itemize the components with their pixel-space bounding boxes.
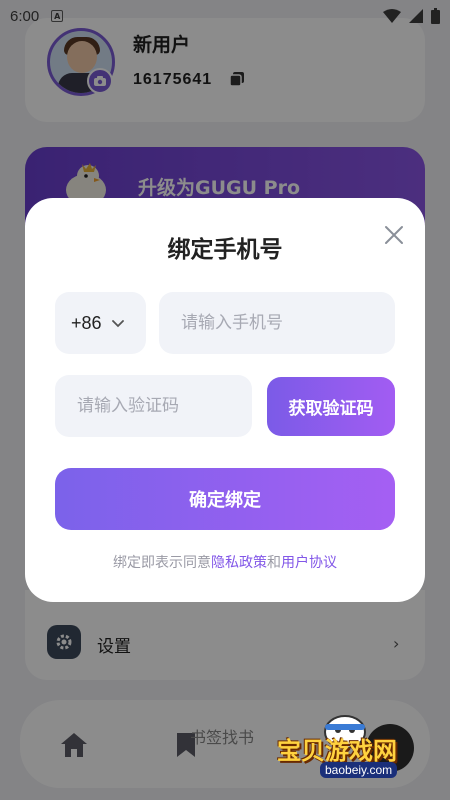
agreement-prefix: 绑定即表示同意 xyxy=(113,555,211,571)
status-bar: 6:00 A xyxy=(0,0,450,32)
get-code-button[interactable]: 获取验证码 xyxy=(267,377,395,436)
country-code-select[interactable]: +86 xyxy=(55,292,146,354)
agreement-and: 和 xyxy=(267,555,281,571)
terms-link[interactable]: 用户协议 xyxy=(281,555,337,571)
country-code-value: +86 xyxy=(71,312,102,333)
status-time: 6:00 xyxy=(10,7,40,25)
confirm-bind-button[interactable]: 确定绑定 xyxy=(55,468,395,530)
dialog-title: 绑定手机号 xyxy=(167,237,283,263)
battery-icon xyxy=(431,8,440,24)
privacy-policy-link[interactable]: 隐私政策 xyxy=(211,555,267,571)
bind-phone-dialog: 绑定手机号 +86 获取验证码 确定绑定 绑定即表示同意隐私政策和用户协议 xyxy=(25,198,425,602)
wifi-icon xyxy=(383,9,401,23)
close-icon[interactable] xyxy=(383,224,405,246)
watermark-text: 宝贝游戏网 xyxy=(277,737,397,765)
status-icons xyxy=(383,8,440,24)
agreement-text: 绑定即表示同意隐私政策和用户协议 xyxy=(25,552,425,572)
chevron-down-icon xyxy=(111,320,124,328)
app-notification-icon: A xyxy=(51,10,64,22)
watermark-url: baobeiy.com xyxy=(320,762,398,778)
phone-input[interactable] xyxy=(159,292,395,354)
signal-icon xyxy=(409,9,423,23)
verification-code-input[interactable] xyxy=(55,375,252,437)
